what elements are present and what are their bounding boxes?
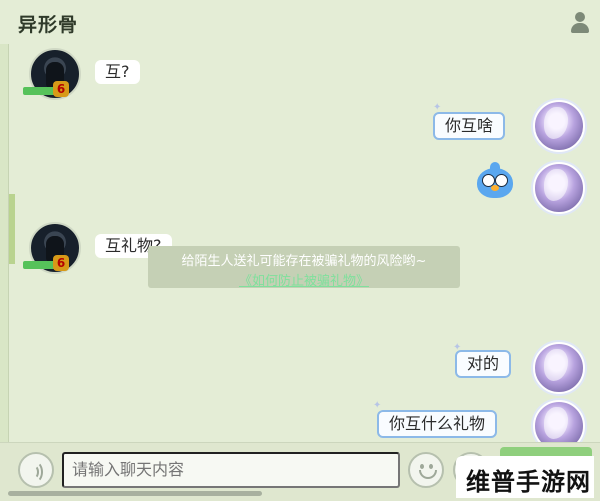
- my-avatar[interactable]: [533, 342, 585, 394]
- chat-title: 异形骨: [18, 14, 79, 36]
- message-bubble-right[interactable]: 对的: [455, 350, 512, 378]
- message-list[interactable]: 6 互? 你互啥 ✦ 6 互礼物? 给陌生人送礼可能存在被骗礼物的风险哟~ 《如…: [8, 44, 600, 452]
- my-avatar[interactable]: [533, 100, 585, 152]
- notice-text: 给陌生人送礼可能存在被骗礼物的风险哟~: [181, 254, 427, 269]
- scrollbar[interactable]: [8, 491, 262, 496]
- emoji-icon[interactable]: [408, 452, 444, 488]
- blue-bird-sticker[interactable]: [473, 160, 517, 202]
- watermark: 维普手游网: [456, 456, 594, 498]
- sparkle-icon: ✦: [433, 102, 442, 113]
- notice-link[interactable]: 《如何防止被骗礼物》: [148, 270, 460, 289]
- voice-icon[interactable]: [18, 452, 54, 488]
- my-avatar[interactable]: [533, 162, 585, 214]
- sparkle-icon: ✦: [453, 342, 462, 353]
- chat-header: 异形骨: [0, 0, 600, 44]
- level-badge: 6: [23, 81, 73, 97]
- message-bubble-right[interactable]: 你互啥: [433, 112, 506, 140]
- message-bubble-right[interactable]: 你互什么礼物: [377, 410, 498, 438]
- level-badge: 6: [23, 255, 73, 271]
- watermark-text: 维普手游网: [466, 468, 591, 496]
- message-bubble-left[interactable]: 互?: [95, 60, 140, 84]
- sparkle-icon: ✦: [373, 400, 382, 411]
- safety-notice: 给陌生人送礼可能存在被骗礼物的风险哟~ 《如何防止被骗礼物》: [148, 246, 460, 289]
- user-icon[interactable]: [570, 12, 590, 34]
- message-input[interactable]: [62, 452, 400, 488]
- scroll-edge-indicator: [9, 194, 15, 264]
